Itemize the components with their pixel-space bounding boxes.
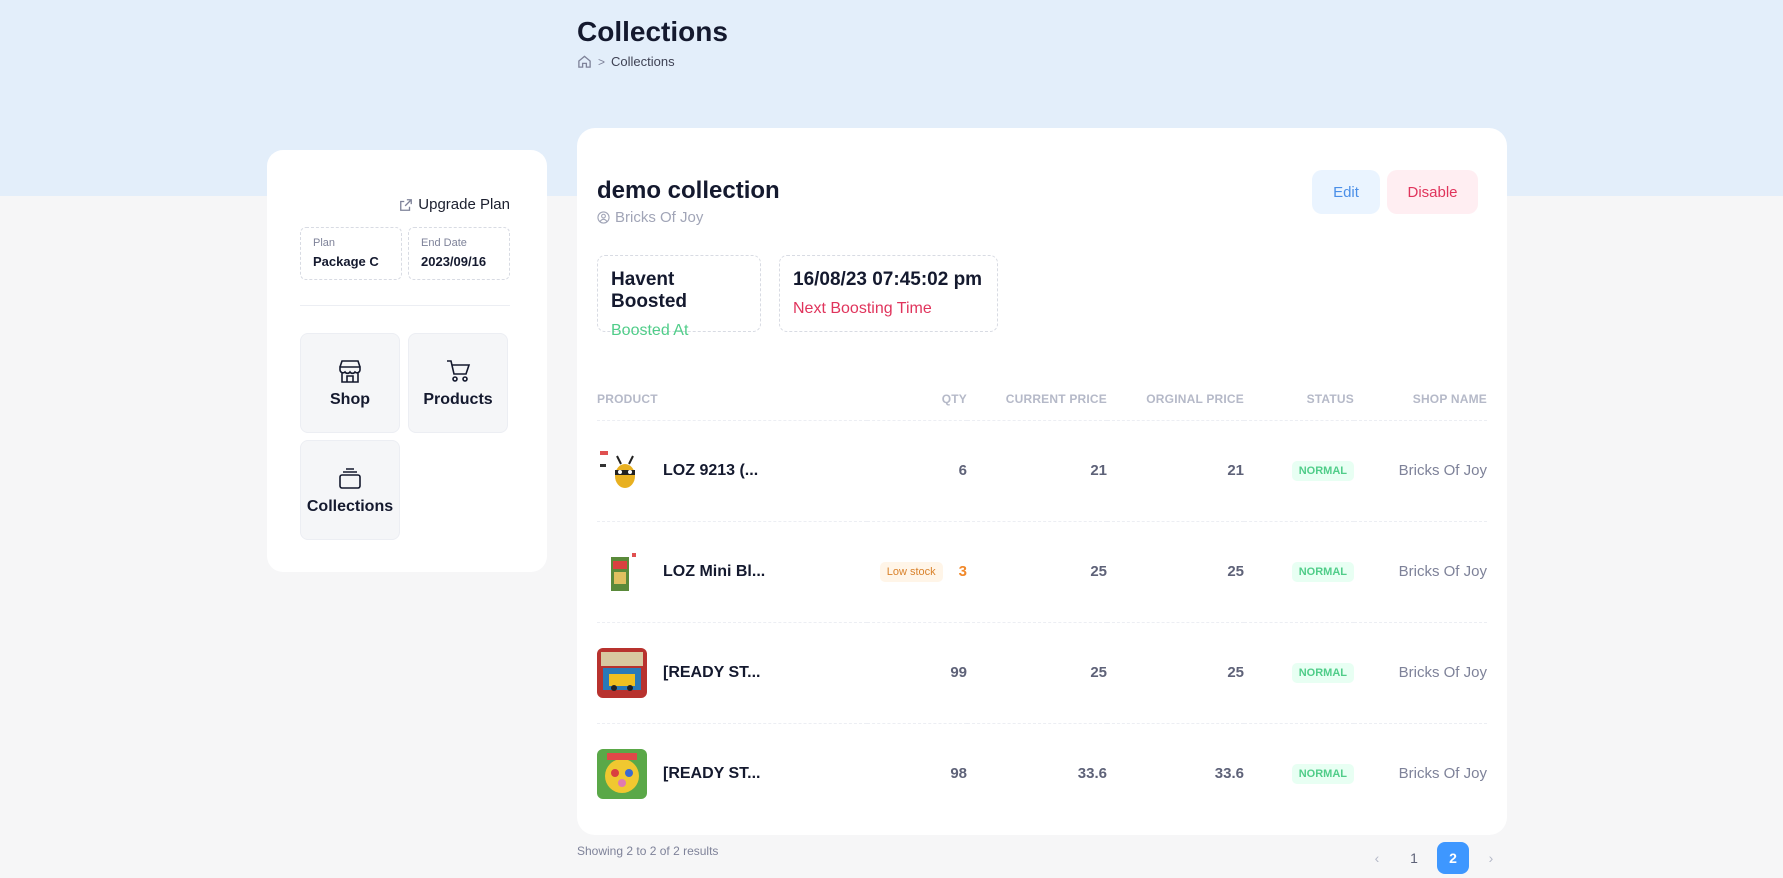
plan-sidebar: Upgrade Plan Plan Package C End Date 202… xyxy=(267,150,547,572)
external-link-icon xyxy=(400,198,413,211)
collection-owner: Bricks Of Joy xyxy=(597,209,703,226)
col-qty: QTY xyxy=(941,391,967,406)
end-date-info: End Date 2023/09/16 xyxy=(408,227,510,280)
shop-name: Bricks Of Joy xyxy=(1398,462,1487,479)
table-header-row: Product QTY Current Price Orginal Price … xyxy=(597,378,1487,420)
qty-value: 99 xyxy=(950,664,967,681)
end-date-label: End Date xyxy=(421,237,467,249)
next-boost-stat: 16/08/23 07:45:02 pm Next Boosting Time xyxy=(779,255,998,332)
product-cell: [READY ST... xyxy=(597,647,867,698)
nav-tile-shop[interactable]: Shop xyxy=(300,333,400,433)
page-title: Collections xyxy=(577,16,728,47)
product-thumbnail xyxy=(597,546,647,597)
nav-tile-label: Shop xyxy=(330,391,370,408)
breadcrumb-separator: > xyxy=(598,54,606,69)
current-price: 33.6 xyxy=(1077,765,1107,783)
product-thumbnail xyxy=(597,647,647,698)
next-boost-value: 16/08/23 07:45:02 pm xyxy=(793,269,983,290)
home-icon[interactable] xyxy=(577,54,592,69)
nav-tile-collections[interactable]: Collections xyxy=(300,440,400,540)
boosted-label: Boosted At xyxy=(611,322,689,339)
user-circle-icon xyxy=(597,211,610,224)
page-button-2[interactable]: 2 xyxy=(1437,842,1469,874)
page-button-1[interactable]: 1 xyxy=(1399,842,1429,874)
table-row[interactable]: [READY ST... 98 33.6 33.6 NORMAL Bricks … xyxy=(597,722,1487,824)
current-price: 21 xyxy=(1090,462,1107,479)
qty-cell: Low stock 3 xyxy=(867,561,967,582)
current-price: 25 xyxy=(1090,664,1107,681)
qty-cell: 6 xyxy=(867,462,967,479)
collection-name: demo collection xyxy=(597,177,780,204)
product-thumbnail xyxy=(597,445,647,496)
divider xyxy=(300,305,510,306)
status-badge: NORMAL xyxy=(1291,561,1354,582)
product-name[interactable]: LOZ 9213 (... xyxy=(663,462,758,480)
product-name[interactable]: [READY ST... xyxy=(663,765,761,783)
boosted-value: Havent Boosted xyxy=(611,269,687,312)
product-thumbnail xyxy=(597,748,647,799)
original-price: 33.6 xyxy=(1214,765,1244,783)
original-price: 21 xyxy=(1227,462,1244,479)
original-price: 25 xyxy=(1227,563,1244,580)
product-cell: [READY ST... xyxy=(597,748,867,799)
products-table: Product QTY Current Price Orginal Price … xyxy=(597,378,1487,824)
status-badge: NORMAL xyxy=(1291,662,1354,683)
end-date-value: 2023/09/16 xyxy=(421,254,487,269)
qty-cell: 98 xyxy=(867,765,967,782)
breadcrumb-current: Collections xyxy=(611,54,675,69)
shop-name: Bricks Of Joy xyxy=(1398,664,1487,681)
cart-icon xyxy=(447,360,471,382)
qty-cell: 99 xyxy=(867,664,967,681)
low-stock-badge: Low stock xyxy=(879,561,943,582)
edit-button[interactable]: Edit xyxy=(1312,170,1380,214)
plan-value: Package C xyxy=(313,254,379,269)
status-badge: NORMAL xyxy=(1291,460,1354,481)
table-row[interactable]: LOZ 9213 (... 6 21 21 NORMAL Bricks Of J… xyxy=(597,419,1487,521)
table-row[interactable]: [READY ST... 99 25 25 NORMAL Bricks Of J… xyxy=(597,621,1487,723)
table-row[interactable]: LOZ Mini Bl... Low stock 3 25 25 NORMAL B… xyxy=(597,520,1487,622)
disable-button[interactable]: Disable xyxy=(1387,170,1478,214)
plan-info: Plan Package C xyxy=(300,227,402,280)
col-current-price: Current Price xyxy=(1005,391,1107,406)
status-badge: NORMAL xyxy=(1291,763,1354,784)
product-cell: LOZ 9213 (... xyxy=(597,445,867,496)
breadcrumb: > Collections xyxy=(577,54,675,69)
upgrade-plan-link[interactable]: Upgrade Plan xyxy=(399,196,510,213)
nav-tile-label: Products xyxy=(423,391,493,408)
owner-name: Bricks Of Joy xyxy=(615,209,704,226)
nav-tile-label: Collections xyxy=(306,498,394,515)
next-page-button[interactable]: › xyxy=(1476,842,1506,874)
qty-value: 3 xyxy=(958,563,967,580)
next-boost-label: Next Boosting Time xyxy=(793,300,932,317)
prev-page-button[interactable]: ‹ xyxy=(1362,842,1392,874)
qty-value: 6 xyxy=(958,462,967,479)
shop-name: Bricks Of Joy xyxy=(1398,563,1487,580)
original-price: 25 xyxy=(1227,664,1244,681)
collection-card: demo collection Bricks Of Joy Edit Disab… xyxy=(577,128,1507,835)
shop-name: Bricks Of Joy xyxy=(1398,765,1487,783)
stack-icon xyxy=(339,468,361,489)
upgrade-plan-label: Upgrade Plan xyxy=(418,196,510,213)
product-cell: LOZ Mini Bl... xyxy=(597,546,867,597)
col-shop-name: Shop Name xyxy=(1412,391,1487,406)
current-price: 25 xyxy=(1090,563,1107,580)
boosted-at-stat: Havent Boosted Boosted At xyxy=(597,255,761,339)
plan-label: Plan xyxy=(313,237,336,249)
nav-tile-products[interactable]: Products xyxy=(408,333,508,433)
product-name[interactable]: LOZ Mini Bl... xyxy=(663,563,765,581)
product-name[interactable]: [READY ST... xyxy=(663,664,761,682)
col-status: Status xyxy=(1306,391,1354,406)
shop-icon xyxy=(339,360,361,383)
col-original-price: Orginal Price xyxy=(1146,391,1244,406)
qty-value: 98 xyxy=(950,765,967,783)
col-product: Product xyxy=(597,391,658,406)
results-summary: Showing 2 to 2 of 2 results xyxy=(577,844,719,858)
